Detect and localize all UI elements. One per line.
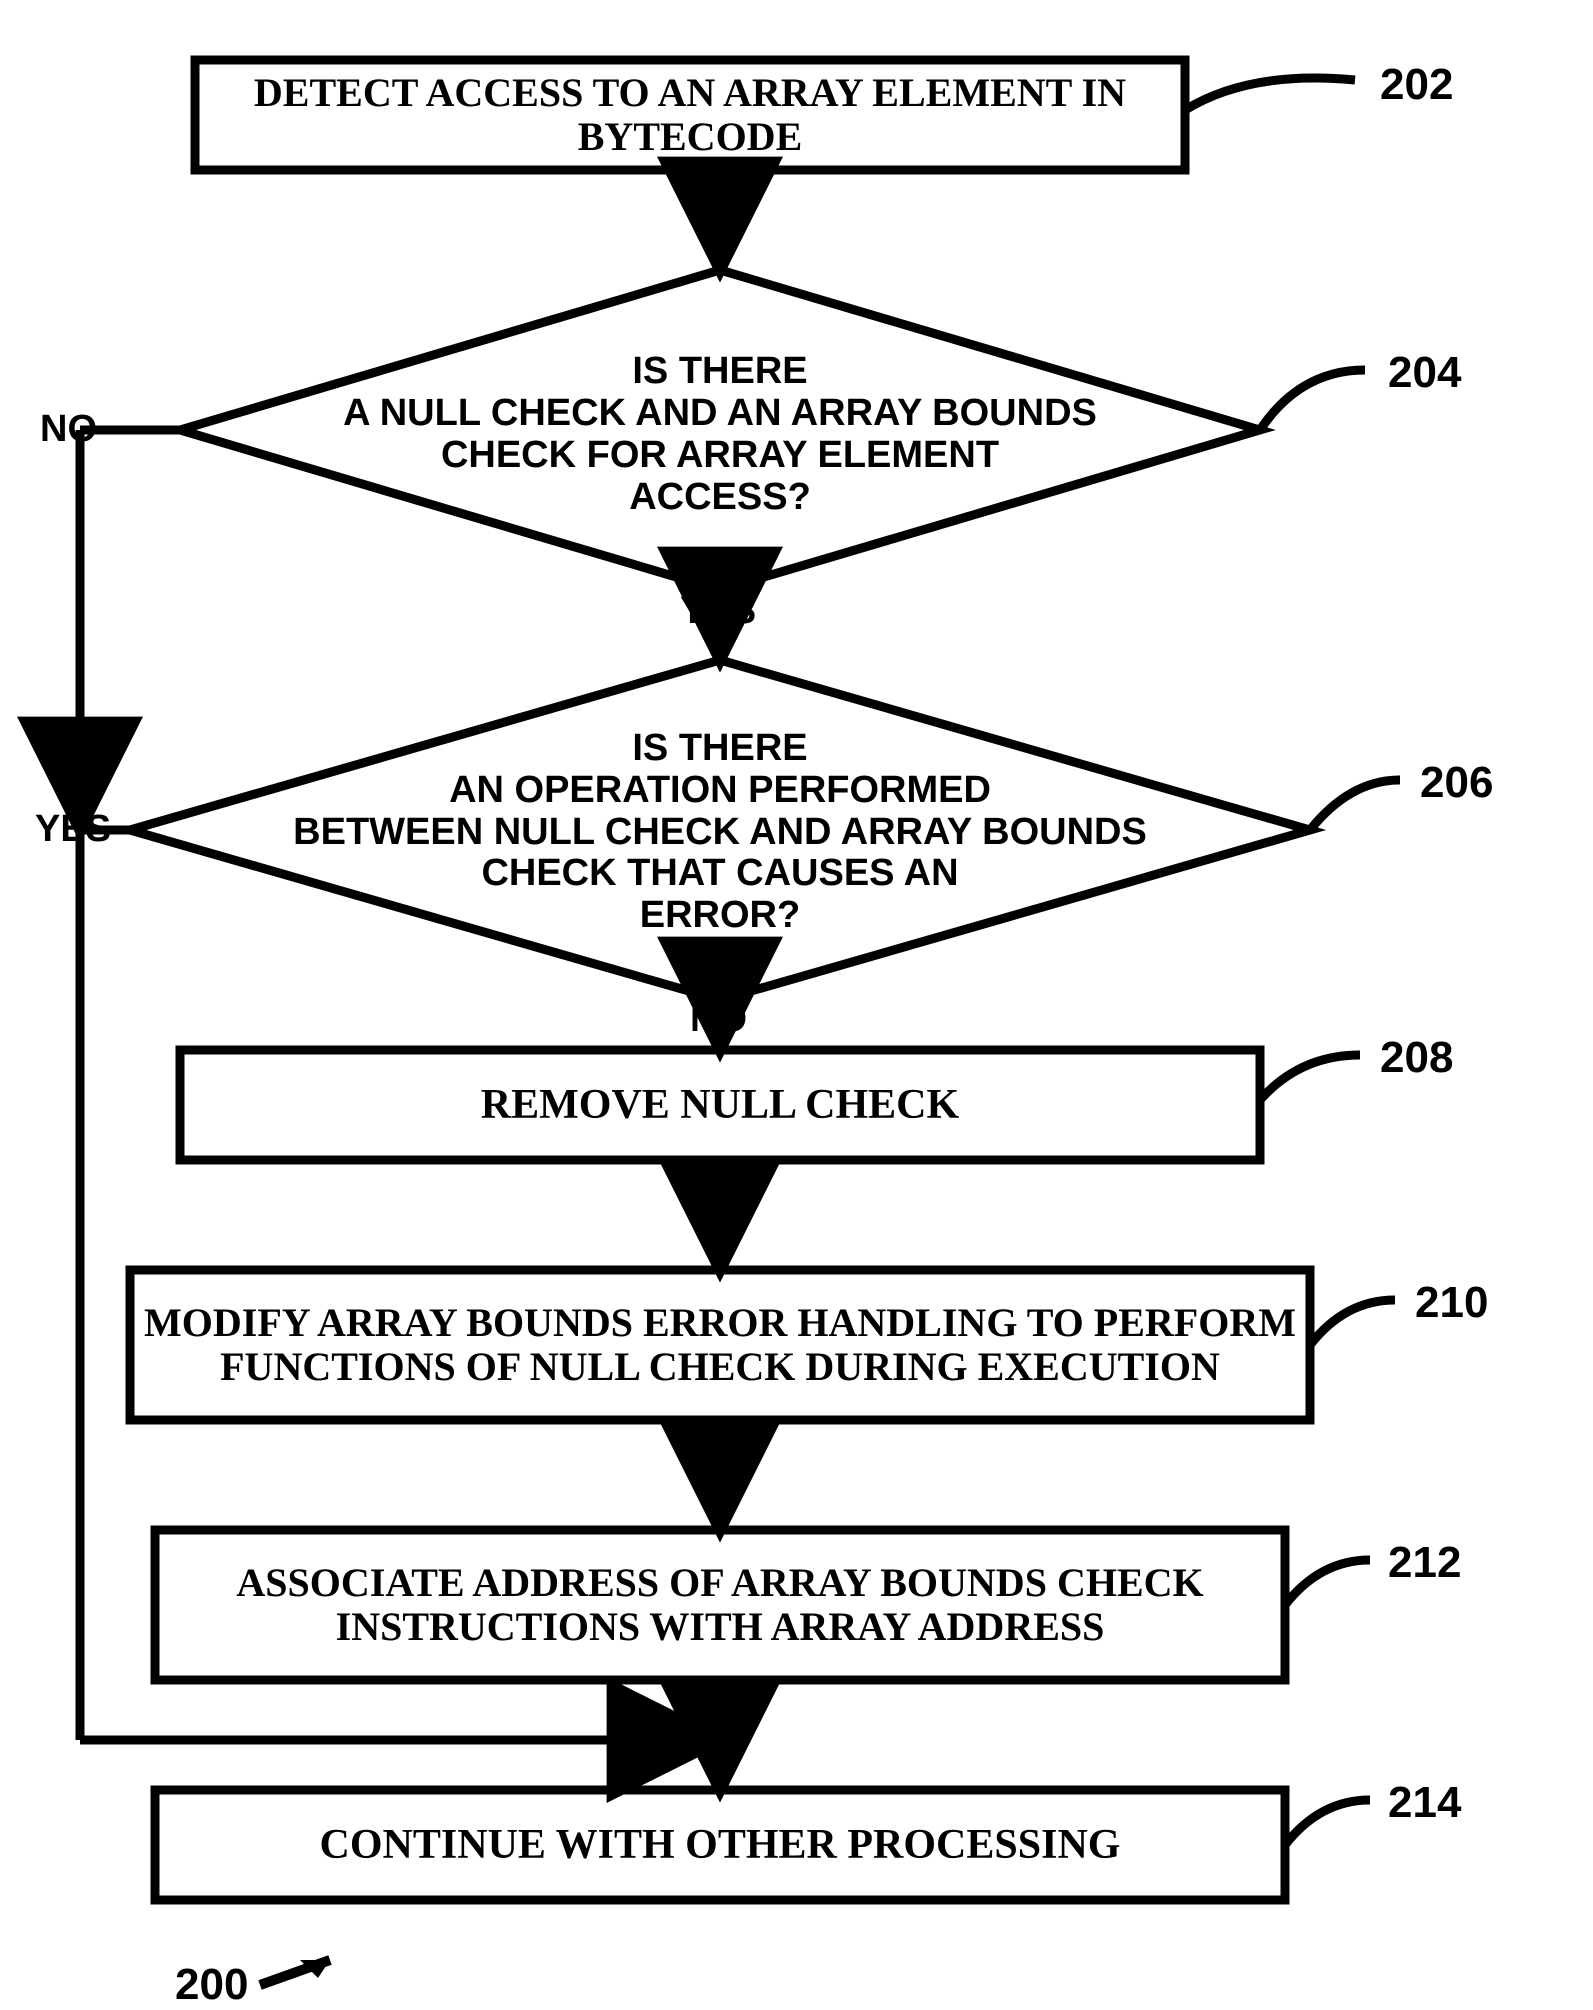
step-associate-address: ASSOCIATE ADDRESS OF ARRAY BOUNDS CHECK … — [155, 1530, 1285, 1680]
label-no-204: NO — [40, 408, 97, 451]
ref-text: 214 — [1388, 1778, 1461, 1827]
decision2-line1: IS THERE — [632, 728, 807, 770]
decision-null-and-bounds: IS THERE A NULL CHECK AND AN ARRAY BOUND… — [260, 335, 1180, 535]
step5-line2: INSTRUCTIONS WITH ARRAY ADDRESS — [336, 1605, 1105, 1649]
step4-line2: FUNCTIONS OF NULL CHECK DURING EXECUTION — [220, 1345, 1220, 1389]
label-text: NO — [40, 408, 97, 450]
ref-200: 200 — [175, 1960, 248, 2010]
decision2-line3: BETWEEN NULL CHECK AND ARRAY BOUNDS — [293, 812, 1147, 854]
label-text: YES — [35, 808, 111, 850]
label-text: YES — [680, 590, 756, 632]
ref-204: 204 — [1388, 348, 1461, 398]
decision1-line1: IS THERE — [632, 351, 807, 393]
decision2-line2: AN OPERATION PERFORMED — [449, 770, 991, 812]
ref-text: 212 — [1388, 1538, 1461, 1587]
ref-208: 208 — [1380, 1033, 1453, 1083]
decision1-line4: ACCESS? — [629, 477, 811, 519]
ref-210: 210 — [1415, 1278, 1488, 1328]
ref-text: 206 — [1420, 758, 1493, 807]
decision1-line3: CHECK FOR ARRAY ELEMENT — [441, 435, 999, 477]
ref-text: 210 — [1415, 1278, 1488, 1327]
ref-text: 202 — [1380, 60, 1453, 109]
ref-text: 200 — [175, 1960, 248, 2009]
step4-line1: MODIFY ARRAY BOUNDS ERROR HANDLING TO PE… — [144, 1301, 1296, 1345]
ref-text: 208 — [1380, 1033, 1453, 1082]
decision2-line5: ERROR? — [640, 895, 800, 937]
label-text: NO — [690, 998, 747, 1040]
ref-202: 202 — [1380, 60, 1453, 110]
step-remove-null-check: REMOVE NULL CHECK — [180, 1050, 1260, 1160]
ref-214: 214 — [1388, 1778, 1461, 1828]
step-modify-error-handling: MODIFY ARRAY BOUNDS ERROR HANDLING TO PE… — [130, 1270, 1310, 1420]
label-yes-204: YES — [680, 590, 756, 633]
step-continue-processing: CONTINUE WITH OTHER PROCESSING — [155, 1790, 1285, 1900]
flowchart-canvas: DETECT ACCESS TO AN ARRAY ELEMENT IN BYT… — [0, 0, 1593, 2000]
ref-text: 204 — [1388, 348, 1461, 397]
step-text: DETECT ACCESS TO AN ARRAY ELEMENT IN BYT… — [195, 71, 1185, 159]
label-yes-206: YES — [35, 808, 111, 851]
decision2-line4: CHECK THAT CAUSES AN — [481, 853, 958, 895]
decision-operation-error: IS THERE AN OPERATION PERFORMED BETWEEN … — [210, 715, 1230, 950]
ref-212: 212 — [1388, 1538, 1461, 1588]
step-text: CONTINUE WITH OTHER PROCESSING — [320, 1822, 1121, 1868]
ref-206: 206 — [1420, 758, 1493, 808]
step-text: REMOVE NULL CHECK — [481, 1082, 959, 1128]
step-detect-access: DETECT ACCESS TO AN ARRAY ELEMENT IN BYT… — [195, 60, 1185, 170]
flowchart-svg — [0, 0, 1593, 2000]
step5-line1: ASSOCIATE ADDRESS OF ARRAY BOUNDS CHECK — [236, 1561, 1203, 1605]
label-no-206: NO — [690, 998, 747, 1041]
decision1-line2: A NULL CHECK AND AN ARRAY BOUNDS — [343, 393, 1097, 435]
